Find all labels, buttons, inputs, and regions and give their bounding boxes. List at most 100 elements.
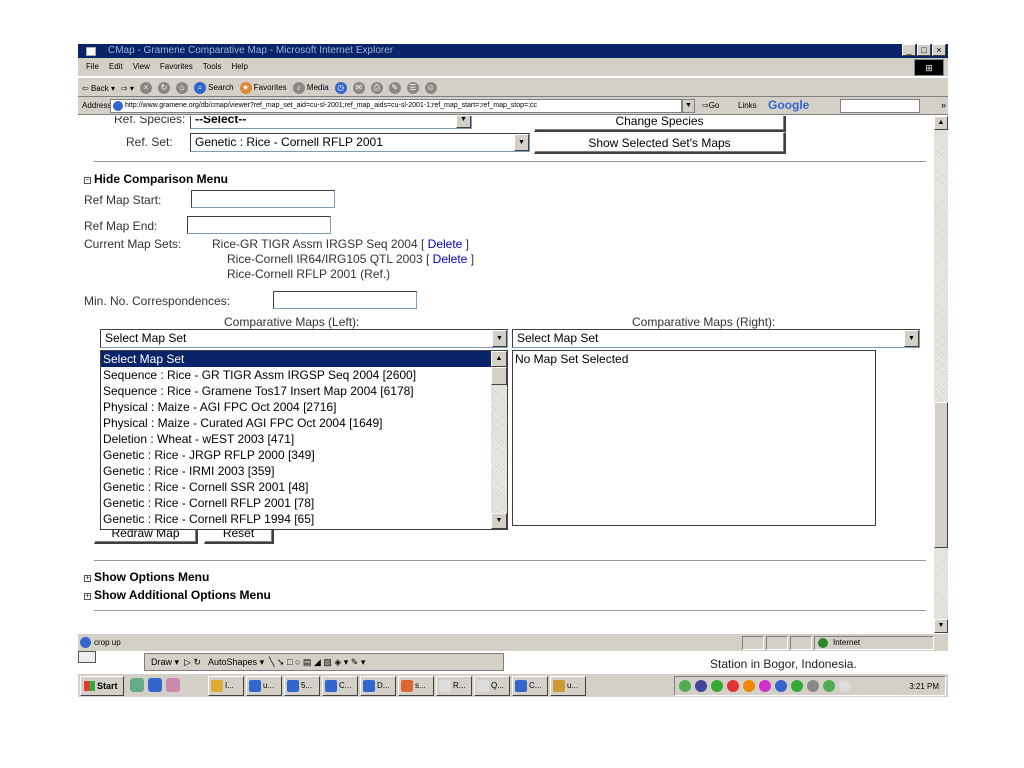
list-item[interactable]: Sequence : Rice - Gramene Tos17 Insert M… bbox=[101, 383, 507, 399]
task-button[interactable]: R... bbox=[436, 676, 472, 696]
mail-icon[interactable] bbox=[839, 680, 851, 692]
task-button[interactable]: C... bbox=[322, 676, 358, 696]
task-button[interactable]: C... bbox=[512, 676, 548, 696]
signal-icon[interactable] bbox=[791, 680, 803, 692]
autoshapes-menu[interactable]: AutoShapes bbox=[208, 657, 257, 667]
maximize-button[interactable]: □ bbox=[917, 44, 931, 56]
mail-icon bbox=[439, 680, 451, 692]
network-icon[interactable] bbox=[695, 680, 707, 692]
refresh-icon[interactable]: ↻ bbox=[157, 82, 170, 94]
hide-comparison-toggle[interactable]: − Hide Comparison Menu bbox=[84, 172, 228, 186]
menu-favorites[interactable]: Favorites bbox=[160, 62, 193, 71]
comparative-left-label: Comparative Maps (Left): bbox=[224, 315, 360, 329]
tray-icon[interactable] bbox=[807, 680, 819, 692]
menu-help[interactable]: Help bbox=[231, 62, 247, 71]
show-selected-sets-button[interactable]: Show Selected Set's Maps bbox=[534, 132, 786, 154]
list-item[interactable]: Genetic : Rice - IRMI 2003 [359] bbox=[101, 463, 507, 479]
draw-menu[interactable]: Draw bbox=[151, 657, 172, 667]
task-button[interactable]: I... bbox=[208, 676, 244, 696]
toolbar-overflow-icon[interactable]: » bbox=[941, 100, 946, 110]
menu-tools[interactable]: Tools bbox=[203, 62, 222, 71]
media-button[interactable]: ♪ Media bbox=[292, 82, 329, 94]
drawing-toolbar: Draw ▾ ▷ ↻ AutoShapes ▾ ╲ ➘ □ ○ ▤ ◢ ▨ ◈ … bbox=[144, 653, 504, 671]
stop-icon[interactable]: × bbox=[139, 82, 152, 94]
show-options-toggle[interactable]: + Show Options Menu bbox=[84, 570, 209, 584]
messenger-icon[interactable]: ☺ bbox=[424, 82, 437, 94]
list-item[interactable]: Select Map Set bbox=[101, 351, 507, 367]
home-icon[interactable]: ⌂ bbox=[175, 82, 188, 94]
left-map-set-dropdown-list[interactable]: Select Map Set Sequence : Rice - GR TIGR… bbox=[100, 350, 508, 530]
list-item[interactable]: Physical : Maize - AGI FPC Oct 2004 [271… bbox=[101, 399, 507, 415]
google-search-input[interactable] bbox=[840, 99, 920, 113]
change-species-button[interactable]: Change Species bbox=[534, 116, 786, 132]
scroll-up-icon[interactable]: ▲ bbox=[491, 351, 507, 367]
list-item[interactable]: Genetic : Rice - Cornell SSR 2001 [48] bbox=[101, 479, 507, 495]
address-dropdown-icon[interactable]: ▼ bbox=[682, 99, 695, 113]
list-item[interactable]: Physical : Maize - Curated AGI FPC Oct 2… bbox=[101, 415, 507, 431]
history-icon[interactable]: ◷ bbox=[334, 82, 347, 94]
scroll-down-icon[interactable]: ▼ bbox=[934, 619, 948, 633]
menu-edit[interactable]: Edit bbox=[109, 62, 123, 71]
edit-icon[interactable]: ✎ bbox=[388, 82, 401, 94]
task-button[interactable]: 5... bbox=[284, 676, 320, 696]
ref-map-start-input[interactable] bbox=[191, 190, 335, 208]
list-item[interactable]: Genetic : Rice - Cornell RFLP 1994 [65] bbox=[101, 511, 507, 527]
delete-link-1[interactable]: Delete bbox=[428, 237, 463, 251]
tray-icon[interactable] bbox=[743, 680, 755, 692]
minimize-button[interactable]: _ bbox=[902, 44, 916, 56]
links-button[interactable]: Links bbox=[738, 101, 757, 110]
tray-icon[interactable] bbox=[823, 680, 835, 692]
right-map-set-list[interactable]: No Map Set Selected bbox=[512, 350, 876, 526]
tray-icon[interactable] bbox=[711, 680, 723, 692]
list-item[interactable]: Sequence : Rice - GR TIGR Assm IRGSP Seq… bbox=[101, 367, 507, 383]
ref-species-select[interactable]: --Select-- ▼ bbox=[190, 116, 472, 129]
close-button[interactable]: × bbox=[932, 44, 946, 56]
task-button[interactable]: u... bbox=[550, 676, 586, 696]
menu-file[interactable]: File bbox=[86, 62, 99, 71]
screen: CMap - Gramene Comparative Map - Microso… bbox=[78, 44, 948, 712]
dropdown-scrollbar[interactable]: ▲ ▼ bbox=[491, 351, 507, 529]
address-input[interactable]: http://www.gramene.org/db/cmap/viewer?re… bbox=[110, 99, 682, 113]
tray-icon[interactable] bbox=[759, 680, 771, 692]
comparative-right-label: Comparative Maps (Right): bbox=[632, 315, 776, 329]
shield-icon[interactable] bbox=[775, 680, 787, 692]
internet-globe-icon bbox=[818, 638, 828, 648]
discuss-icon[interactable]: ☰ bbox=[406, 82, 419, 94]
task-button[interactable]: s... bbox=[398, 676, 434, 696]
messenger-icon[interactable] bbox=[166, 678, 180, 692]
search-button[interactable]: ⌕ Search bbox=[193, 82, 234, 94]
task-button[interactable]: Q... bbox=[474, 676, 510, 696]
back-button[interactable]: ⇦ Back ▾ bbox=[82, 84, 115, 93]
scroll-thumb[interactable] bbox=[491, 367, 507, 385]
ref-set-select[interactable]: Genetic : Rice - Cornell RFLP 2001 ▼ bbox=[190, 133, 530, 152]
scroll-down-icon[interactable]: ▼ bbox=[491, 513, 507, 529]
left-map-set-select[interactable]: Select Map Set ▼ bbox=[100, 329, 508, 348]
scroll-up-icon[interactable]: ▲ bbox=[934, 116, 948, 130]
forward-button[interactable]: ⇨ ▾ bbox=[121, 84, 134, 93]
start-button[interactable]: Start bbox=[80, 676, 124, 696]
right-map-set-select[interactable]: Select Map Set ▼ bbox=[512, 329, 920, 348]
expand-icon: + bbox=[84, 575, 91, 582]
desktop-icon[interactable] bbox=[130, 678, 144, 692]
current-map-set-2: Rice-Cornell IR64/IRG105 QTL 2003 [ Dele… bbox=[227, 252, 475, 266]
list-item[interactable]: Genetic : Rice - Cornell RFLP 2001 [78] bbox=[101, 495, 507, 511]
list-item[interactable]: Deletion : Wheat - wEST 2003 [471] bbox=[101, 431, 507, 447]
scroll-thumb[interactable] bbox=[934, 402, 948, 548]
print-icon[interactable]: ⎙ bbox=[370, 82, 383, 94]
task-button[interactable]: D... bbox=[360, 676, 396, 696]
page-scrollbar[interactable]: ▲ ▼ bbox=[934, 116, 948, 633]
google-toolbar-logo[interactable]: Google bbox=[768, 98, 809, 112]
min-correspondences-input[interactable] bbox=[273, 291, 417, 309]
ref-map-end-input[interactable] bbox=[187, 216, 331, 234]
tray-icon[interactable] bbox=[727, 680, 739, 692]
ie-icon[interactable] bbox=[148, 678, 162, 692]
favorites-button[interactable]: ★ Favorites bbox=[239, 82, 287, 94]
task-button[interactable]: u... bbox=[246, 676, 282, 696]
list-item[interactable]: Genetic : Rice - JRGP RFLP 2000 [349] bbox=[101, 447, 507, 463]
mail-icon[interactable]: ✉ bbox=[352, 82, 365, 94]
tray-icon[interactable] bbox=[679, 680, 691, 692]
go-button[interactable]: ⇨Go bbox=[702, 101, 719, 110]
delete-link-2[interactable]: Delete bbox=[433, 252, 468, 266]
show-additional-options-toggle[interactable]: + Show Additional Options Menu bbox=[84, 588, 271, 602]
menu-view[interactable]: View bbox=[133, 62, 150, 71]
